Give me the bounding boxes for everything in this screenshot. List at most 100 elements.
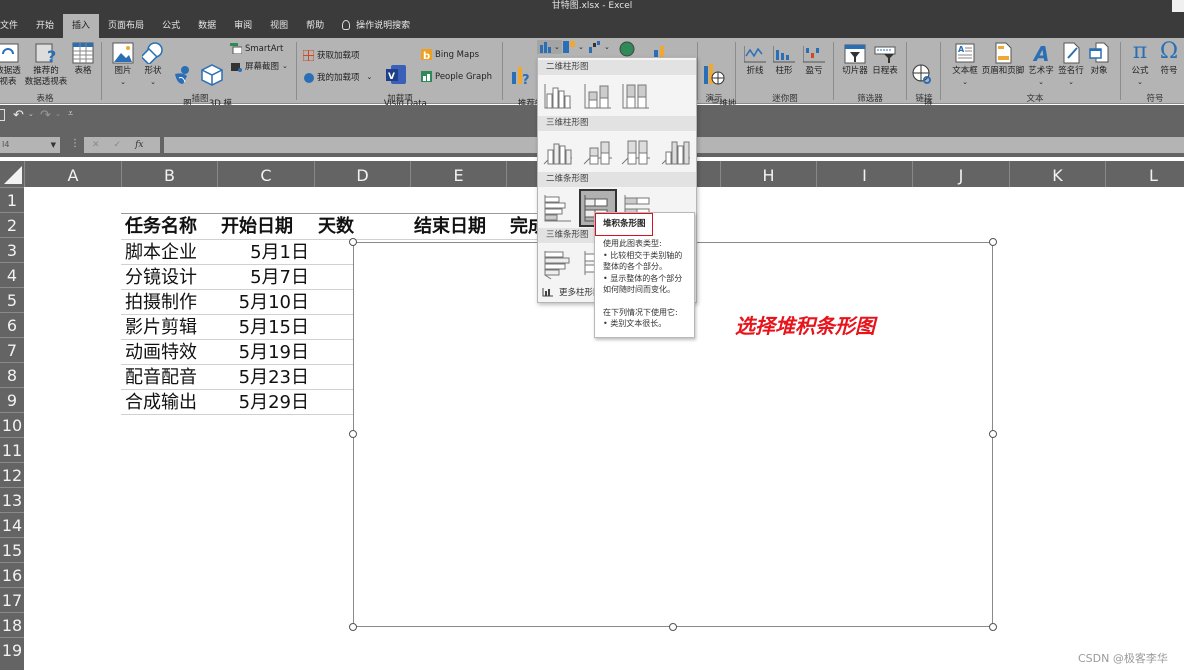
redo-icon[interactable]: ↷: [40, 108, 51, 123]
more-column-charts-link[interactable]: 更多柱形图...: [542, 286, 595, 298]
start-date-cell[interactable]: 5月23日: [217, 365, 309, 390]
row-header[interactable]: 15: [0, 537, 24, 562]
tab-formulas[interactable]: 公式: [153, 14, 189, 38]
stacked-column-option[interactable]: [582, 80, 614, 112]
tab-review[interactable]: 审阅: [225, 14, 261, 38]
task-name-cell[interactable]: 影片剪辑: [125, 315, 197, 340]
column-header-j[interactable]: J: [912, 161, 1009, 187]
enter-check-icon[interactable]: ✓: [114, 140, 122, 150]
task-name-cell[interactable]: 脚本企业: [125, 240, 197, 265]
column-header-e[interactable]: E: [410, 161, 506, 187]
row-header[interactable]: 19: [0, 637, 24, 662]
cancel-icon[interactable]: ✕: [92, 140, 100, 150]
row-header[interactable]: 8: [0, 362, 24, 387]
pivot-table-button[interactable]: 数据透 视表: [0, 42, 22, 88]
undo-dropdown-icon[interactable]: ⌄: [28, 110, 34, 118]
row-header[interactable]: 17: [0, 587, 24, 612]
row-header[interactable]: 7: [0, 337, 24, 362]
resize-handle-top-right[interactable]: [989, 238, 997, 246]
get-addins-button[interactable]: 获取加载项: [303, 49, 360, 61]
column-header-l[interactable]: L: [1105, 161, 1184, 187]
hierarchy-chart-button[interactable]: ⌄: [563, 41, 584, 53]
row-header[interactable]: 14: [0, 512, 24, 537]
textbox-button[interactable]: A 文本框 ⌄: [950, 42, 980, 88]
row-header[interactable]: 9: [0, 387, 24, 412]
row-header[interactable]: 1: [0, 187, 24, 212]
bing-maps-button[interactable]: b Bing Maps: [421, 49, 479, 60]
row-header[interactable]: 12: [0, 462, 24, 487]
3d-100-stacked-column-option[interactable]: [620, 136, 652, 168]
people-graph-button[interactable]: People Graph: [421, 71, 492, 82]
sparkline-line-button[interactable]: 折线: [743, 44, 767, 77]
insert-function-icon[interactable]: fx: [135, 140, 143, 150]
resize-handle-bottom-right[interactable]: [989, 623, 997, 631]
redo-dropdown-icon[interactable]: ⌄: [55, 110, 61, 118]
slicer-button[interactable]: 切片器: [840, 44, 870, 77]
start-date-cell[interactable]: 5月29日: [217, 390, 309, 415]
row-header[interactable]: 4: [0, 262, 24, 287]
table-button[interactable]: 表格: [70, 42, 96, 77]
recommended-pivot-button[interactable]: ? 推荐的 数据透视表: [24, 42, 68, 88]
tell-me-search[interactable]: 操作说明搜索: [333, 14, 419, 38]
resize-handle-left[interactable]: [349, 430, 357, 438]
header-footer-button[interactable]: 页眉和页脚: [980, 42, 1026, 77]
3d-clustered-bar-option[interactable]: [542, 248, 574, 280]
screenshot-button[interactable]: 屏幕截图 ⌄: [230, 60, 288, 72]
start-date-cell[interactable]: 5月15日: [217, 315, 309, 340]
resize-handle-bottom[interactable]: [669, 623, 677, 631]
start-date-cell[interactable]: 5月19日: [217, 340, 309, 365]
task-name-cell[interactable]: 拍摄制作: [125, 290, 197, 315]
column-header-d[interactable]: D: [314, 161, 410, 187]
row-header[interactable]: 18: [0, 612, 24, 637]
customize-qat-icon[interactable]: ⩡: [68, 109, 73, 119]
object-button[interactable]: 对象: [1086, 42, 1112, 77]
resize-handle-top-left[interactable]: [349, 238, 357, 246]
save-icon[interactable]: [0, 109, 5, 121]
column-header-a[interactable]: A: [24, 161, 121, 187]
symbol-button[interactable]: Ω 符号: [1156, 40, 1182, 77]
row-header[interactable]: 16: [0, 562, 24, 587]
header-task-name[interactable]: 任务名称: [125, 214, 197, 239]
task-name-cell[interactable]: 动画特效: [125, 340, 197, 365]
column-header-b[interactable]: B: [121, 161, 217, 187]
undo-icon[interactable]: ↶: [13, 108, 24, 123]
column-bar-chart-button[interactable]: ⌄: [537, 40, 562, 54]
row-header[interactable]: 5: [0, 287, 24, 312]
wordart-button[interactable]: A 艺术字 ⌄: [1026, 42, 1056, 88]
row-header[interactable]: 6: [0, 312, 24, 337]
pictures-button[interactable]: 图片 ⌄: [110, 42, 136, 88]
3d-stacked-column-option[interactable]: [582, 136, 614, 168]
shapes-button[interactable]: 形状 ⌄: [140, 42, 166, 88]
3d-clustered-column-option[interactable]: [542, 136, 574, 168]
start-date-cell[interactable]: 5月10日: [217, 290, 309, 315]
tab-file[interactable]: 文件: [0, 14, 27, 38]
sign-in-button[interactable]: [1172, 0, 1184, 12]
row-header[interactable]: 13: [0, 487, 24, 512]
task-name-cell[interactable]: 配音配音: [125, 365, 197, 390]
header-days[interactable]: 天数: [318, 214, 354, 239]
sparkline-winloss-button[interactable]: 盈亏: [802, 44, 826, 77]
tab-insert[interactable]: 插入: [63, 14, 100, 38]
timeline-button[interactable]: 日程表: [870, 44, 900, 77]
clustered-bar-option[interactable]: [542, 192, 574, 224]
header-start-date[interactable]: 开始日期: [221, 214, 293, 239]
tab-view[interactable]: 视图: [261, 14, 297, 38]
tab-page-layout[interactable]: 页面布局: [99, 14, 153, 38]
tab-home[interactable]: 开始: [27, 14, 63, 38]
task-name-cell[interactable]: 分镜设计: [125, 265, 197, 290]
100-stacked-column-option[interactable]: [620, 80, 652, 112]
resize-handle-right[interactable]: [989, 430, 997, 438]
3d-column-option[interactable]: [660, 136, 692, 168]
start-date-cell[interactable]: 5月1日: [217, 240, 309, 265]
row-header[interactable]: 10: [0, 412, 24, 437]
row-header[interactable]: 2: [0, 212, 24, 237]
tab-data[interactable]: 数据: [189, 14, 225, 38]
column-header-h[interactable]: H: [720, 161, 816, 187]
map-chart-button[interactable]: [619, 41, 635, 57]
waterfall-chart-button[interactable]: ⌄: [589, 41, 610, 53]
tab-help[interactable]: 帮助: [297, 14, 333, 38]
column-header-i[interactable]: I: [816, 161, 912, 187]
column-header-k[interactable]: K: [1009, 161, 1105, 187]
sparkline-column-button[interactable]: 柱形: [772, 44, 796, 77]
name-box[interactable]: I4 ▼: [0, 137, 60, 153]
